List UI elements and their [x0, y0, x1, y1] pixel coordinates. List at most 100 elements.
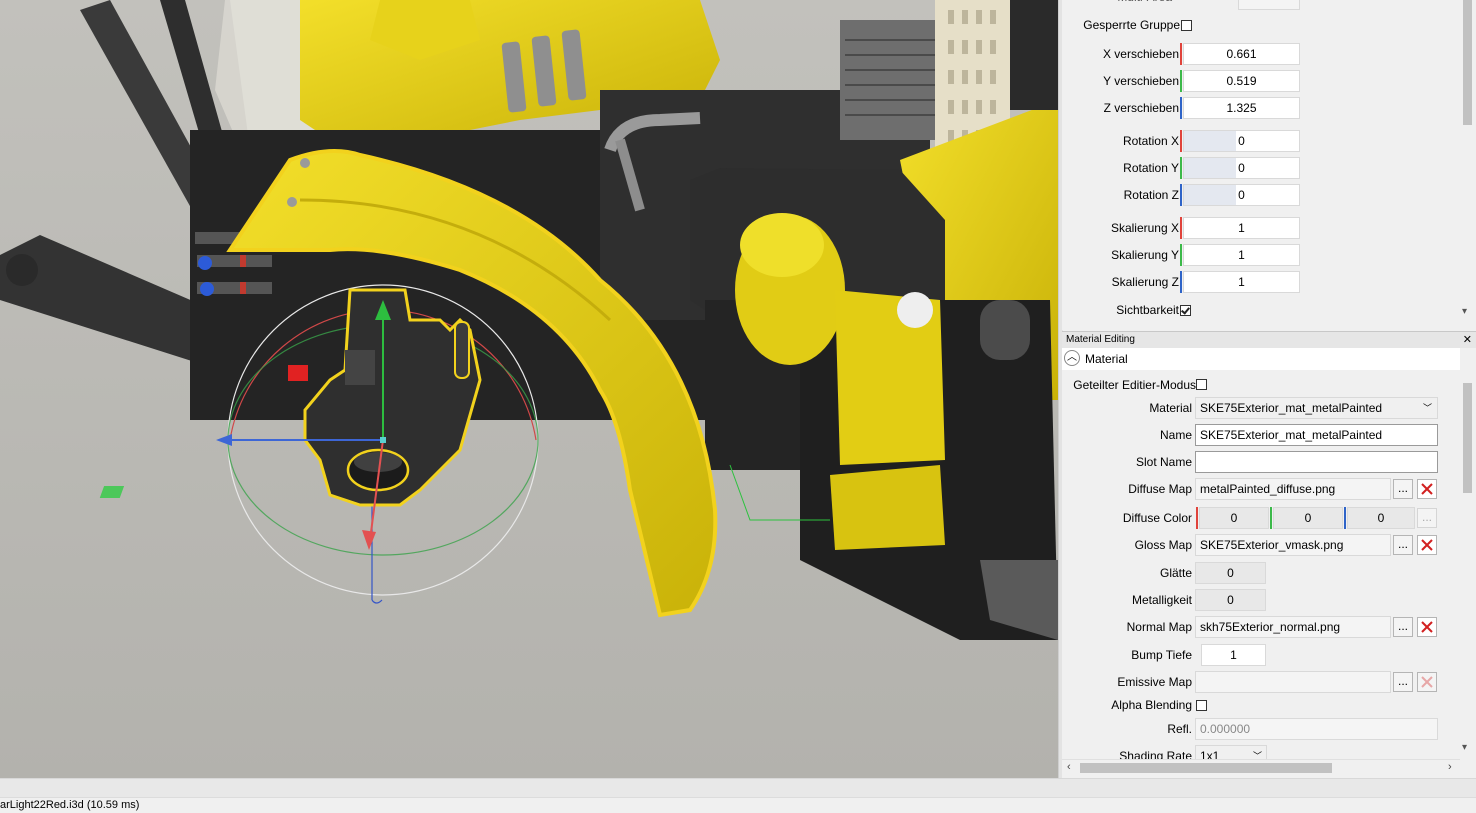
- multi-area-label: Multi-Area: [1062, 0, 1172, 8]
- refl-label: Refl.: [1167, 722, 1192, 736]
- emissive-map-label: Emissive Map: [1117, 675, 1192, 689]
- emissive-map-browse-button[interactable]: ...: [1393, 672, 1413, 692]
- sichtbarkeit-label: Sichtbarkeit: [1116, 303, 1179, 317]
- rotation-x-value: 0: [1238, 134, 1245, 148]
- attributes-panel: Multi-Area Gesperrte Gruppe X verschiebe…: [1062, 0, 1476, 330]
- bump-tiefe-input[interactable]: 1: [1201, 644, 1266, 666]
- diffuse-map-browse-button[interactable]: ...: [1393, 479, 1413, 499]
- y-axis-indicator: [1180, 70, 1182, 92]
- material-select[interactable]: SKE75Exterior_mat_metalPainted ﹀: [1195, 397, 1438, 419]
- alpha-blending-label: Alpha Blending: [1111, 698, 1192, 712]
- status-bar: arLight22Red.i3d (10.59 ms): [0, 778, 1476, 813]
- gloss-map-browse-button[interactable]: ...: [1393, 535, 1413, 555]
- gloss-map-label: Gloss Map: [1134, 538, 1192, 552]
- gloss-map-delete-button[interactable]: [1417, 535, 1437, 555]
- material-section-title: Material: [1085, 352, 1128, 366]
- geteilter-editier-checkbox[interactable]: [1196, 379, 1207, 390]
- scroll-down-arrow-icon[interactable]: ▾: [1462, 742, 1467, 753]
- attributes-scrollbar[interactable]: ▾: [1460, 0, 1474, 322]
- 3d-viewport[interactable]: [0, 0, 1058, 778]
- material-hscroll-thumb[interactable]: [1080, 763, 1332, 773]
- metalligkeit-input[interactable]: 0: [1195, 589, 1266, 611]
- skalierung-x-label: Skalierung X: [1110, 221, 1179, 235]
- y-verschieben-input[interactable]: 0.519: [1183, 70, 1300, 92]
- diffuse-color-g-input[interactable]: 0: [1273, 507, 1343, 529]
- material-select-value: SKE75Exterior_mat_metalPainted: [1200, 401, 1383, 415]
- skalierung-y-indicator: [1180, 244, 1182, 266]
- bump-tiefe-label: Bump Tiefe: [1131, 648, 1192, 662]
- rotation-y-label: Rotation Y: [1123, 161, 1179, 175]
- normal-map-input[interactable]: skh75Exterior_normal.png: [1195, 616, 1391, 638]
- delete-x-icon: [1421, 676, 1433, 688]
- material-label: Material: [1149, 401, 1192, 415]
- diffuse-b-indicator: [1344, 507, 1346, 529]
- normal-map-delete-button[interactable]: [1417, 617, 1437, 637]
- z-verschieben-input[interactable]: 1.325: [1183, 97, 1300, 119]
- z-axis-indicator: [1180, 97, 1182, 119]
- skalierung-y-label: Skalierung Y: [1111, 248, 1179, 262]
- skalierung-z-input[interactable]: 1: [1183, 271, 1300, 293]
- material-scroll-thumb[interactable]: [1463, 383, 1472, 493]
- name-label: Name: [1159, 428, 1192, 442]
- gesperrte-gruppe-checkbox[interactable]: [1181, 20, 1192, 31]
- y-verschieben-label: Y verschieben: [1103, 74, 1179, 88]
- rotation-y-input[interactable]: 0: [1183, 157, 1300, 179]
- material-hscrollbar[interactable]: ‹ ›: [1062, 759, 1460, 776]
- diffuse-map-input[interactable]: metalPainted_diffuse.png: [1195, 478, 1391, 500]
- material-editing-title: Material Editing: [1066, 334, 1135, 345]
- sichtbarkeit-checkbox[interactable]: [1180, 305, 1191, 316]
- rotation-z-label: Rotation Z: [1123, 188, 1179, 202]
- z-verschieben-label: Z verschieben: [1103, 101, 1179, 115]
- gesperrte-gruppe-label: Gesperrte Gruppe: [1083, 18, 1180, 32]
- x-verschieben-input[interactable]: 0.661: [1183, 43, 1300, 65]
- emissive-map-input[interactable]: [1195, 671, 1391, 693]
- skalierung-x-indicator: [1180, 217, 1182, 239]
- delete-x-icon: [1421, 621, 1433, 633]
- rotation-x-label: Rotation X: [1122, 134, 1179, 148]
- scroll-right-arrow-icon[interactable]: ›: [1448, 761, 1452, 773]
- close-icon[interactable]: ✕: [1463, 332, 1472, 348]
- diffuse-g-indicator: [1270, 507, 1272, 529]
- gloss-map-input[interactable]: SKE75Exterior_vmask.png: [1195, 534, 1391, 556]
- skalierung-x-input[interactable]: 1: [1183, 217, 1300, 239]
- material-section-header[interactable]: ︿ Material: [1062, 348, 1462, 370]
- rotation-x-indicator: [1180, 130, 1182, 152]
- diffuse-map-label: Diffuse Map: [1128, 482, 1192, 496]
- skalierung-y-input[interactable]: 1: [1183, 244, 1300, 266]
- emissive-map-delete-button[interactable]: [1417, 672, 1437, 692]
- x-axis-indicator: [1180, 43, 1182, 65]
- normal-map-browse-button[interactable]: ...: [1393, 617, 1413, 637]
- rotation-z-value: 0: [1238, 188, 1245, 202]
- glaette-input[interactable]: 0: [1195, 562, 1266, 584]
- normal-map-label: Normal Map: [1126, 620, 1192, 634]
- refl-input[interactable]: 0.000000: [1195, 718, 1438, 740]
- status-text: arLight22Red.i3d (10.59 ms): [0, 799, 140, 811]
- diffuse-color-b-input[interactable]: 0: [1347, 507, 1415, 529]
- scroll-left-arrow-icon[interactable]: ‹: [1067, 761, 1071, 773]
- chevron-down-icon: ﹀: [1422, 403, 1432, 413]
- attributes-scroll-thumb[interactable]: [1463, 0, 1472, 125]
- rotation-z-input[interactable]: 0: [1183, 184, 1300, 206]
- name-input[interactable]: SKE75Exterior_mat_metalPainted: [1195, 424, 1438, 446]
- diffuse-map-delete-button[interactable]: [1417, 479, 1437, 499]
- skalierung-z-indicator: [1180, 271, 1182, 293]
- diffuse-color-picker-button[interactable]: ...: [1417, 508, 1437, 528]
- material-scrollbar[interactable]: ▾: [1460, 348, 1474, 758]
- scroll-down-arrow-icon[interactable]: ▾: [1462, 306, 1467, 317]
- metalligkeit-label: Metalligkeit: [1131, 593, 1192, 607]
- material-editing-panel: ︿ Material Geteilter Editier-Modus Mater…: [1062, 348, 1476, 778]
- rotation-y-value: 0: [1238, 161, 1245, 175]
- viewport-scene: [0, 0, 1058, 778]
- slot-name-input[interactable]: [1195, 451, 1438, 473]
- diffuse-color-label: Diffuse Color: [1122, 511, 1192, 525]
- rotation-x-input[interactable]: 0: [1183, 130, 1300, 152]
- slot-name-label: Slot Name: [1135, 455, 1192, 469]
- diffuse-r-indicator: [1196, 507, 1198, 529]
- collapse-chevron-icon[interactable]: ︿: [1064, 350, 1080, 366]
- rotation-y-indicator: [1180, 157, 1182, 179]
- x-verschieben-label: X verschieben: [1102, 47, 1179, 61]
- multi-area-field[interactable]: [1238, 0, 1300, 10]
- glaette-label: Glätte: [1159, 566, 1192, 580]
- diffuse-color-r-input[interactable]: 0: [1199, 507, 1269, 529]
- alpha-blending-checkbox[interactable]: [1196, 700, 1207, 711]
